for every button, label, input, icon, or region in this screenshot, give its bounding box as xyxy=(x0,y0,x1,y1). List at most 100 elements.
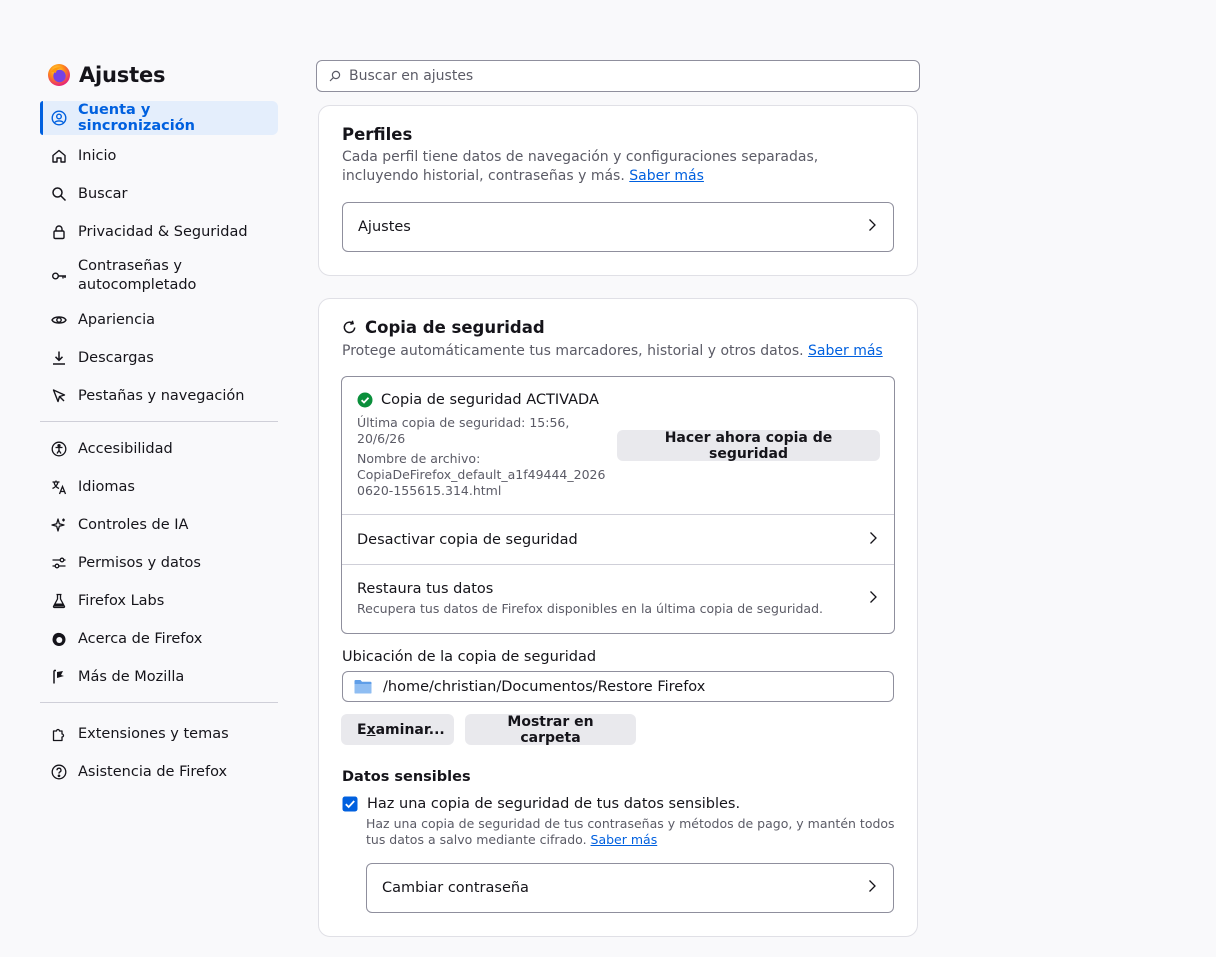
sensitive-data-checkbox-label: Haz una copia de seguridad de tus datos … xyxy=(367,796,741,812)
check-circle-icon xyxy=(357,392,373,408)
profiles-title: Perfiles xyxy=(342,125,413,144)
help-icon xyxy=(50,763,68,781)
sidebar-item-tabs-browsing[interactable]: Pestañas y navegación xyxy=(40,379,278,413)
backup-status-box: Copia de seguridad ACTIVADA Última copia… xyxy=(341,376,895,634)
profiles-desc-text: Cada perfil tiene datos de navegación y … xyxy=(342,149,819,184)
sensitive-data-checkbox[interactable] xyxy=(342,796,358,812)
sidebar-item-about-firefox[interactable]: Acerca de Firefox xyxy=(40,622,278,656)
show-in-folder-button[interactable]: Mostrar en carpeta xyxy=(465,714,636,746)
sidebar-item-ai-controls[interactable]: Controles de IA xyxy=(40,508,278,542)
sidebar-item-label: Inicio xyxy=(78,148,117,164)
browse-label-pre: E xyxy=(357,721,367,738)
sidebar-item-label: Extensiones y temas xyxy=(78,726,229,742)
sidebar-item-firefox-labs[interactable]: Firefox Labs xyxy=(40,584,278,618)
change-password-row[interactable]: Cambiar contraseña xyxy=(366,863,894,913)
translate-icon xyxy=(50,478,68,496)
sidebar-item-appearance[interactable]: Apariencia xyxy=(40,303,278,337)
sidebar-item-label: Acerca de Firefox xyxy=(78,631,203,647)
backup-description: Protege automáticamente tus marcadores, … xyxy=(342,342,902,361)
profiles-description: Cada perfil tiene datos de navegación y … xyxy=(342,148,842,186)
backup-learn-more-link[interactable]: Saber más xyxy=(808,343,883,359)
sidebar-item-label: Buscar xyxy=(78,186,128,202)
sync-icon xyxy=(342,320,357,335)
search-input[interactable] xyxy=(349,68,909,84)
sidebar-item-search[interactable]: Buscar xyxy=(40,177,278,211)
flask-icon xyxy=(50,592,68,610)
browse-accesskey: x xyxy=(366,721,376,738)
sidebar-item-label: Contraseñas y autocompletado xyxy=(78,258,197,293)
backup-location-label: Ubicación de la copia de seguridad xyxy=(342,649,597,665)
download-icon xyxy=(50,349,68,367)
restore-title: Restaura tus datos xyxy=(357,581,494,597)
sidebar-item-label: Controles de IA xyxy=(78,517,189,533)
sidebar-item-languages[interactable]: Idiomas xyxy=(40,470,278,504)
sidebar-item-extensions[interactable]: Extensiones y temas xyxy=(40,717,278,751)
profiles-learn-more-link[interactable]: Saber más xyxy=(629,168,704,184)
browse-button[interactable]: Examinar... xyxy=(341,714,454,745)
backup-card: Copia de seguridad Protege automáticamen… xyxy=(318,298,918,937)
sidebar-divider xyxy=(40,702,278,703)
sidebar-item-more-mozilla[interactable]: Más de Mozilla xyxy=(40,660,278,694)
sensitive-data-heading: Datos sensibles xyxy=(342,769,471,785)
sidebar-item-label: Permisos y datos xyxy=(78,555,201,571)
sensitive-data-option[interactable]: Haz una copia de seguridad de tus datos … xyxy=(342,796,740,812)
chevron-right-icon xyxy=(866,218,878,236)
chevron-right-icon xyxy=(867,531,879,549)
backup-status-section: Copia de seguridad ACTIVADA Última copia… xyxy=(342,377,894,514)
sensitive-learn-more-link[interactable]: Saber más xyxy=(591,832,658,847)
accessibility-icon xyxy=(50,440,68,458)
sidebar-item-support[interactable]: Asistencia de Firefox xyxy=(40,755,278,789)
sidebar-item-account-sync[interactable]: Cuenta y sincronización xyxy=(40,101,278,135)
puzzle-icon xyxy=(50,725,68,743)
sidebar-item-downloads[interactable]: Descargas xyxy=(40,341,278,375)
sidebar-item-label: Firefox Labs xyxy=(78,593,165,609)
page-title: Ajustes xyxy=(79,63,166,87)
sidebar: Cuenta y sincronización Inicio Buscar Pr… xyxy=(40,101,278,793)
search-icon xyxy=(329,70,341,82)
settings-header: Ajustes xyxy=(47,61,165,89)
change-password-label: Cambiar contraseña xyxy=(382,880,529,896)
sidebar-item-home[interactable]: Inicio xyxy=(40,139,278,173)
backup-filename: CopiaDeFirefox_default_a1f49444_20260620… xyxy=(357,467,606,498)
sidebar-item-label: Asistencia de Firefox xyxy=(78,764,228,780)
chevron-right-icon xyxy=(867,590,879,608)
sidebar-item-label: Pestañas y navegación xyxy=(78,388,245,404)
settings-search[interactable] xyxy=(316,60,920,92)
sidebar-item-passwords[interactable]: Contraseñas y autocompletado xyxy=(40,253,278,299)
sidebar-item-label: Cuenta y sincronización xyxy=(78,102,195,134)
backup-location-path: /home/christian/Documentos/Restore Firef… xyxy=(383,678,706,695)
sliders-icon xyxy=(50,554,68,572)
backup-status-line: Copia de seguridad ACTIVADA xyxy=(357,392,599,408)
restore-data-row[interactable]: Restaura tus datos Recupera tus datos de… xyxy=(342,565,894,633)
sparkle-icon xyxy=(50,516,68,534)
backup-now-button[interactable]: Hacer ahora copia de seguridad xyxy=(617,430,880,462)
sidebar-item-label: Idiomas xyxy=(78,479,135,495)
lock-icon xyxy=(50,223,68,241)
mozilla-icon xyxy=(50,668,68,686)
disable-backup-row[interactable]: Desactivar copia de seguridad xyxy=(342,515,894,564)
sidebar-item-label: Accesibilidad xyxy=(78,441,173,457)
key-icon xyxy=(50,267,68,285)
backup-filename-label: Nombre de archivo: xyxy=(357,451,481,466)
sidebar-item-label: Descargas xyxy=(78,350,154,366)
firefox-logo-icon xyxy=(47,63,71,87)
sidebar-item-accessibility[interactable]: Accesibilidad xyxy=(40,432,278,466)
profiles-settings-row[interactable]: Ajustes xyxy=(342,202,894,252)
backup-last-time: Última copia de seguridad: 15:56, 20/6/2… xyxy=(357,415,570,446)
sidebar-item-privacy[interactable]: Privacidad & Seguridad xyxy=(40,215,278,249)
backup-title: Copia de seguridad xyxy=(365,318,545,337)
disable-backup-label: Desactivar copia de seguridad xyxy=(357,531,578,548)
eye-icon xyxy=(50,311,68,329)
restore-text: Restaura tus datos Recupera tus datos de… xyxy=(357,581,823,617)
backup-desc-text: Protege automáticamente tus marcadores, … xyxy=(342,343,804,359)
sidebar-item-label: Apariencia xyxy=(78,312,155,328)
sidebar-item-permissions[interactable]: Permisos y datos xyxy=(40,546,278,580)
backup-location-field[interactable]: /home/christian/Documentos/Restore Firef… xyxy=(342,671,894,702)
backup-heading: Copia de seguridad xyxy=(342,318,545,337)
account-icon xyxy=(50,109,68,127)
sidebar-item-label: Más de Mozilla xyxy=(78,669,185,685)
profiles-card: Perfiles Cada perfil tiene datos de nave… xyxy=(318,105,918,276)
restore-description: Recupera tus datos de Firefox disponible… xyxy=(357,601,823,616)
home-icon xyxy=(50,147,68,165)
sensitive-data-description: Haz una copia de seguridad de tus contra… xyxy=(366,816,896,848)
